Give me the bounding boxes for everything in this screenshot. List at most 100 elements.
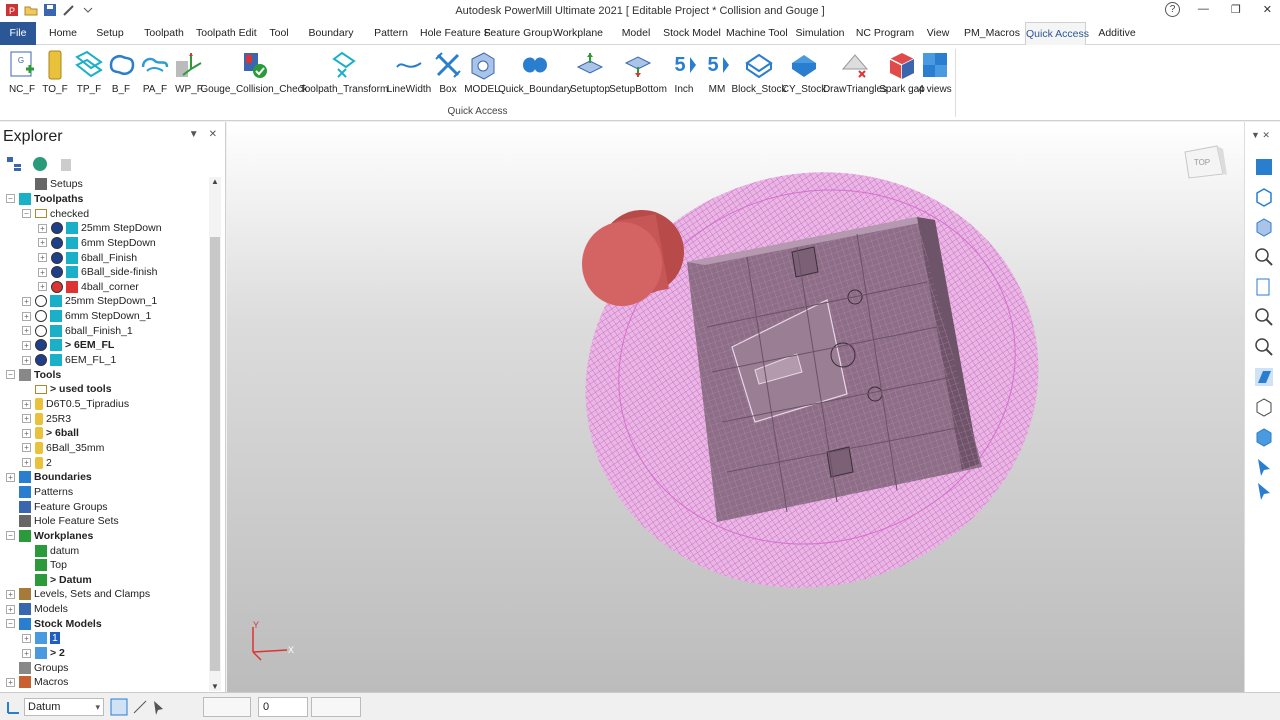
- tab-tool[interactable]: Tool: [264, 22, 294, 45]
- expand-icon[interactable]: +: [22, 399, 31, 409]
- tree-item[interactable]: Patterns: [6, 485, 73, 500]
- pa-f-button[interactable]: PA_F: [140, 49, 170, 95]
- expand-icon[interactable]: +: [38, 267, 47, 277]
- tree-item[interactable]: + D6T0.5_Tipradius: [22, 397, 129, 412]
- tab-workplane[interactable]: Workplane: [553, 22, 603, 45]
- scroll-down-icon[interactable]: ▼: [211, 682, 219, 691]
- view-from-top-icon[interactable]: [1253, 156, 1275, 178]
- tree-item[interactable]: − Workplanes: [6, 529, 93, 544]
- snap-icon[interactable]: [110, 698, 128, 716]
- grid-icon[interactable]: [131, 698, 149, 716]
- graphics-viewport[interactable]: TOP Y X: [227, 122, 1244, 692]
- tree-item[interactable]: +6Ball_side-finish: [38, 265, 157, 280]
- tab-simulation[interactable]: Simulation: [794, 22, 846, 45]
- scrollbar-thumb[interactable]: [210, 237, 220, 671]
- expand-icon[interactable]: +: [22, 443, 31, 453]
- expand-icon[interactable]: +: [22, 326, 31, 336]
- shaded-view-icon[interactable]: [1253, 366, 1275, 388]
- expand-icon[interactable]: +: [22, 648, 31, 658]
- tp-f-button[interactable]: TP_F: [75, 49, 103, 95]
- tree-item[interactable]: +6EM_FL_1: [22, 353, 116, 368]
- expand-icon[interactable]: +: [22, 311, 31, 321]
- refresh-view-icon[interactable]: [1253, 276, 1275, 298]
- tree-item[interactable]: > used tools: [22, 382, 112, 397]
- tree-item[interactable]: +25mm StepDown: [38, 221, 162, 236]
- expand-icon[interactable]: +: [22, 414, 31, 424]
- tree-item[interactable]: − checked: [22, 206, 89, 221]
- tree-view-icon[interactable]: [6, 156, 22, 172]
- cy-stock-button[interactable]: CY_Stock: [782, 49, 826, 95]
- status-field-empty-1[interactable]: [203, 697, 251, 717]
- inch-button[interactable]: 5 Inch: [670, 49, 698, 95]
- drawtriangles-button[interactable]: DrawTriangles: [823, 49, 887, 95]
- tree-item[interactable]: +6Ball_35mm: [22, 441, 104, 456]
- tab-machine-tool[interactable]: Machine Tool: [726, 22, 788, 45]
- tree-item[interactable]: Setups: [22, 177, 83, 192]
- tree-item[interactable]: Feature Groups: [6, 499, 108, 514]
- block-stock-button[interactable]: Block_Stock: [731, 49, 787, 95]
- zoom-box-icon[interactable]: [1253, 336, 1275, 358]
- setuptop-button[interactable]: Setuptop: [570, 49, 610, 95]
- collapse-icon[interactable]: −: [6, 194, 15, 204]
- zoom-extents-icon[interactable]: [1253, 306, 1275, 328]
- tree-item[interactable]: + Macros: [6, 675, 68, 690]
- tree-item[interactable]: > Datum: [22, 573, 92, 588]
- tab-setup[interactable]: Setup: [92, 22, 128, 45]
- workplane-select[interactable]: Datum ▾: [24, 698, 104, 716]
- cursor-icon[interactable]: [150, 698, 166, 716]
- tree-item[interactable]: + Models: [6, 602, 68, 617]
- tab-toolpath[interactable]: Toolpath: [141, 22, 187, 45]
- expand-icon[interactable]: +: [22, 296, 31, 306]
- select-cursor-icon[interactable]: [1253, 456, 1275, 478]
- to-f-button[interactable]: TO_F: [42, 49, 68, 95]
- tree-item[interactable]: − Toolpaths: [6, 192, 83, 207]
- wireframe-view-icon[interactable]: [1253, 396, 1275, 418]
- tree-item[interactable]: +25R3: [22, 411, 71, 426]
- nc-f-button[interactable]: G NC_F: [9, 49, 35, 95]
- tab-file[interactable]: File: [0, 22, 36, 45]
- toolbar-menu-icon[interactable]: ▼ ✕: [1251, 130, 1270, 141]
- zoom-icon[interactable]: [1253, 246, 1275, 268]
- maximize-button[interactable]: ❐: [1231, 3, 1241, 16]
- collapse-icon[interactable]: −: [6, 531, 15, 541]
- tree-item[interactable]: +2: [22, 455, 52, 470]
- tab-boundary[interactable]: Boundary: [306, 22, 356, 45]
- select-cursor-2-icon[interactable]: [1253, 480, 1275, 502]
- scroll-up-icon[interactable]: ▲: [211, 177, 219, 186]
- setupbottom-button[interactable]: SetupBottom: [609, 49, 667, 95]
- tab-model[interactable]: Model: [617, 22, 655, 45]
- spark-gap-button[interactable]: Spark gap: [879, 49, 925, 95]
- expand-icon[interactable]: +: [6, 472, 15, 482]
- gouge-collision-check-button[interactable]: Gouge_Collision_Check: [200, 49, 308, 95]
- tree-item[interactable]: +25mm StepDown_1: [22, 294, 157, 309]
- minimize-button[interactable]: —: [1198, 3, 1209, 16]
- tree-item[interactable]: +6mm StepDown: [38, 236, 156, 251]
- mm-button[interactable]: 5 MM: [703, 49, 731, 95]
- tab-additive[interactable]: Additive: [1094, 22, 1140, 45]
- expand-icon[interactable]: +: [38, 253, 47, 263]
- collapse-icon[interactable]: −: [6, 619, 15, 629]
- four-views-button[interactable]: 4 views: [918, 49, 952, 95]
- b-f-button[interactable]: B_F: [108, 49, 135, 95]
- iso-view-icon[interactable]: [1253, 186, 1275, 208]
- tree-item[interactable]: + > 2: [22, 646, 65, 661]
- panel-menu-icon[interactable]: ▼: [189, 129, 199, 140]
- tab-nc-program[interactable]: NC Program: [855, 22, 915, 45]
- tree-item[interactable]: datum: [22, 543, 79, 558]
- expand-icon[interactable]: +: [22, 633, 31, 643]
- tree-item[interactable]: +1: [22, 631, 60, 646]
- status-value-field[interactable]: 0: [258, 697, 308, 717]
- tab-pattern[interactable]: Pattern: [370, 22, 412, 45]
- expand-icon[interactable]: +: [6, 677, 15, 687]
- tree-item[interactable]: + Levels, Sets and Clamps: [6, 587, 150, 602]
- tree-item[interactable]: + > 6ball: [22, 426, 79, 441]
- linewidth-button[interactable]: LineWidth: [387, 49, 431, 95]
- globe-icon[interactable]: [32, 156, 48, 172]
- quick-boundary-button[interactable]: Quick_Boundary: [498, 49, 572, 95]
- expand-icon[interactable]: +: [38, 238, 47, 248]
- tree-item[interactable]: − Tools: [6, 367, 61, 382]
- model-button[interactable]: MODEL: [464, 49, 500, 95]
- expand-icon[interactable]: +: [38, 223, 47, 233]
- tree-item[interactable]: Top: [22, 558, 67, 573]
- expand-icon[interactable]: +: [22, 458, 31, 468]
